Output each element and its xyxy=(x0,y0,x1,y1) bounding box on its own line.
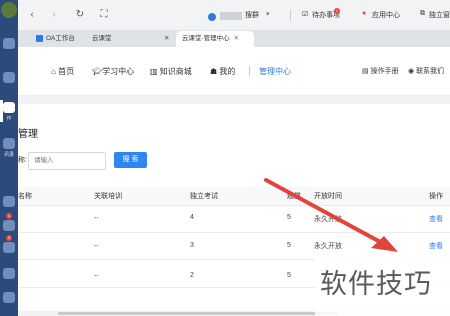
arrow-shaft xyxy=(264,178,386,246)
scrollbar-thumb[interactable] xyxy=(58,312,338,315)
watermark: 软件技巧 xyxy=(320,269,432,299)
